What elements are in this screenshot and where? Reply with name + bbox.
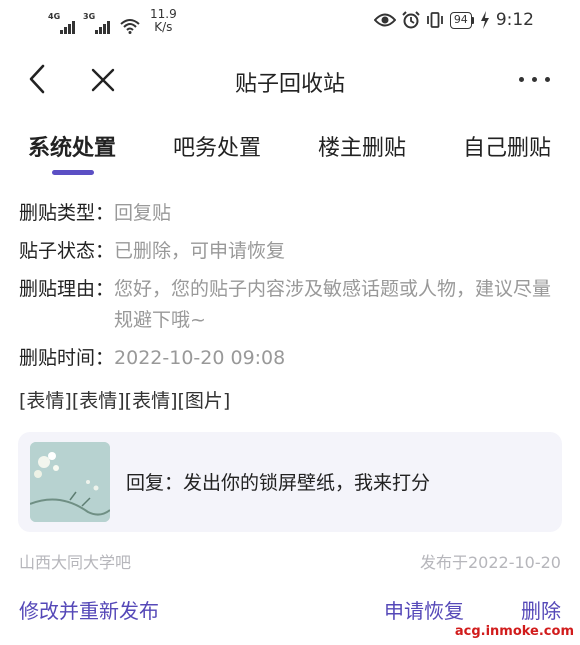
tab-self[interactable]: 自己删贴 [463, 130, 551, 162]
detail-row-status: 贴子状态： 已删除，可申请恢复 [19, 236, 564, 267]
forum-name[interactable]: 山西大同大学吧 [19, 549, 131, 573]
post-content: [表情][表情][表情][图片] [19, 390, 231, 412]
wifi-icon [120, 19, 140, 34]
eye-icon [373, 13, 396, 27]
signal-icon-2: 3G [83, 12, 110, 34]
type-label: 删贴类型： [19, 202, 115, 224]
tab-bawu[interactable]: 吧务处置 [173, 130, 261, 162]
network-type-2: 3G [83, 12, 96, 21]
charging-icon [480, 11, 489, 29]
deletion-details: 删贴类型： 回复贴 贴子状态： 已删除，可申请恢复 删贴理由： 您好，您的贴子内… [19, 198, 564, 381]
status-left: 4G 3G 11.9 K/s [48, 8, 177, 34]
status-bar: 4G 3G 11.9 K/s 94 9:12 [0, 0, 580, 44]
delete-button[interactable]: 删除 [521, 595, 561, 624]
page-title: 贴子回收站 [234, 72, 345, 97]
quoted-post-card[interactable]: 回复：发出你的锁屏壁纸，我来打分 [18, 432, 562, 532]
reason-value: 您好，您的贴子内容涉及敏感话题或人物，建议尽量规避下哦~ [114, 278, 552, 331]
reason-label: 删贴理由： [19, 278, 115, 300]
detail-row-reason: 删贴理由： 您好，您的贴子内容涉及敏感话题或人物，建议尽量规避下哦~ [19, 274, 564, 336]
restore-request-button[interactable]: 申请恢复 [384, 595, 464, 624]
more-icon[interactable] [519, 77, 550, 82]
publish-date: 发布于2022-10-20 [420, 553, 561, 572]
status-value: 已删除，可申请恢复 [114, 240, 286, 262]
time-label: 删贴时间： [19, 347, 115, 369]
tab-owner[interactable]: 楼主删贴 [318, 130, 406, 162]
nav-bar: 贴子回收站 [0, 52, 580, 108]
tab-indicator [52, 170, 94, 175]
status-label: 贴子状态： [19, 240, 115, 262]
tab-system[interactable]: 系统处置 [28, 130, 116, 162]
network-type-1: 4G [48, 12, 61, 21]
action-bar: 修改并重新发布 申请恢复 删除 [0, 595, 580, 625]
thumbnail-image [30, 442, 110, 522]
detail-row-type: 删贴类型： 回复贴 [19, 198, 564, 229]
status-right: 94 9:12 [373, 10, 534, 30]
tab-bar: 系统处置 吧务处置 楼主删贴 自己删贴 [0, 124, 580, 180]
battery-level: 94 [449, 11, 472, 29]
reply-text: 回复：发出你的锁屏壁纸，我来打分 [126, 472, 431, 494]
network-speed: 11.9 K/s [150, 8, 177, 34]
alarm-icon [402, 11, 420, 29]
signal-icon: 4G [48, 12, 75, 34]
type-value: 回复贴 [114, 202, 172, 224]
edit-republish-button[interactable]: 修改并重新发布 [19, 595, 159, 624]
battery-icon: 94 [449, 11, 474, 29]
detail-row-time: 删贴时间： 2022-10-20 09:08 [19, 343, 564, 374]
vibrate-icon [426, 12, 443, 28]
clock: 9:12 [495, 10, 534, 30]
watermark: acg.inmoke.com [454, 624, 574, 639]
time-value: 2022-10-20 09:08 [114, 347, 286, 369]
speed-unit: K/s [154, 20, 173, 34]
